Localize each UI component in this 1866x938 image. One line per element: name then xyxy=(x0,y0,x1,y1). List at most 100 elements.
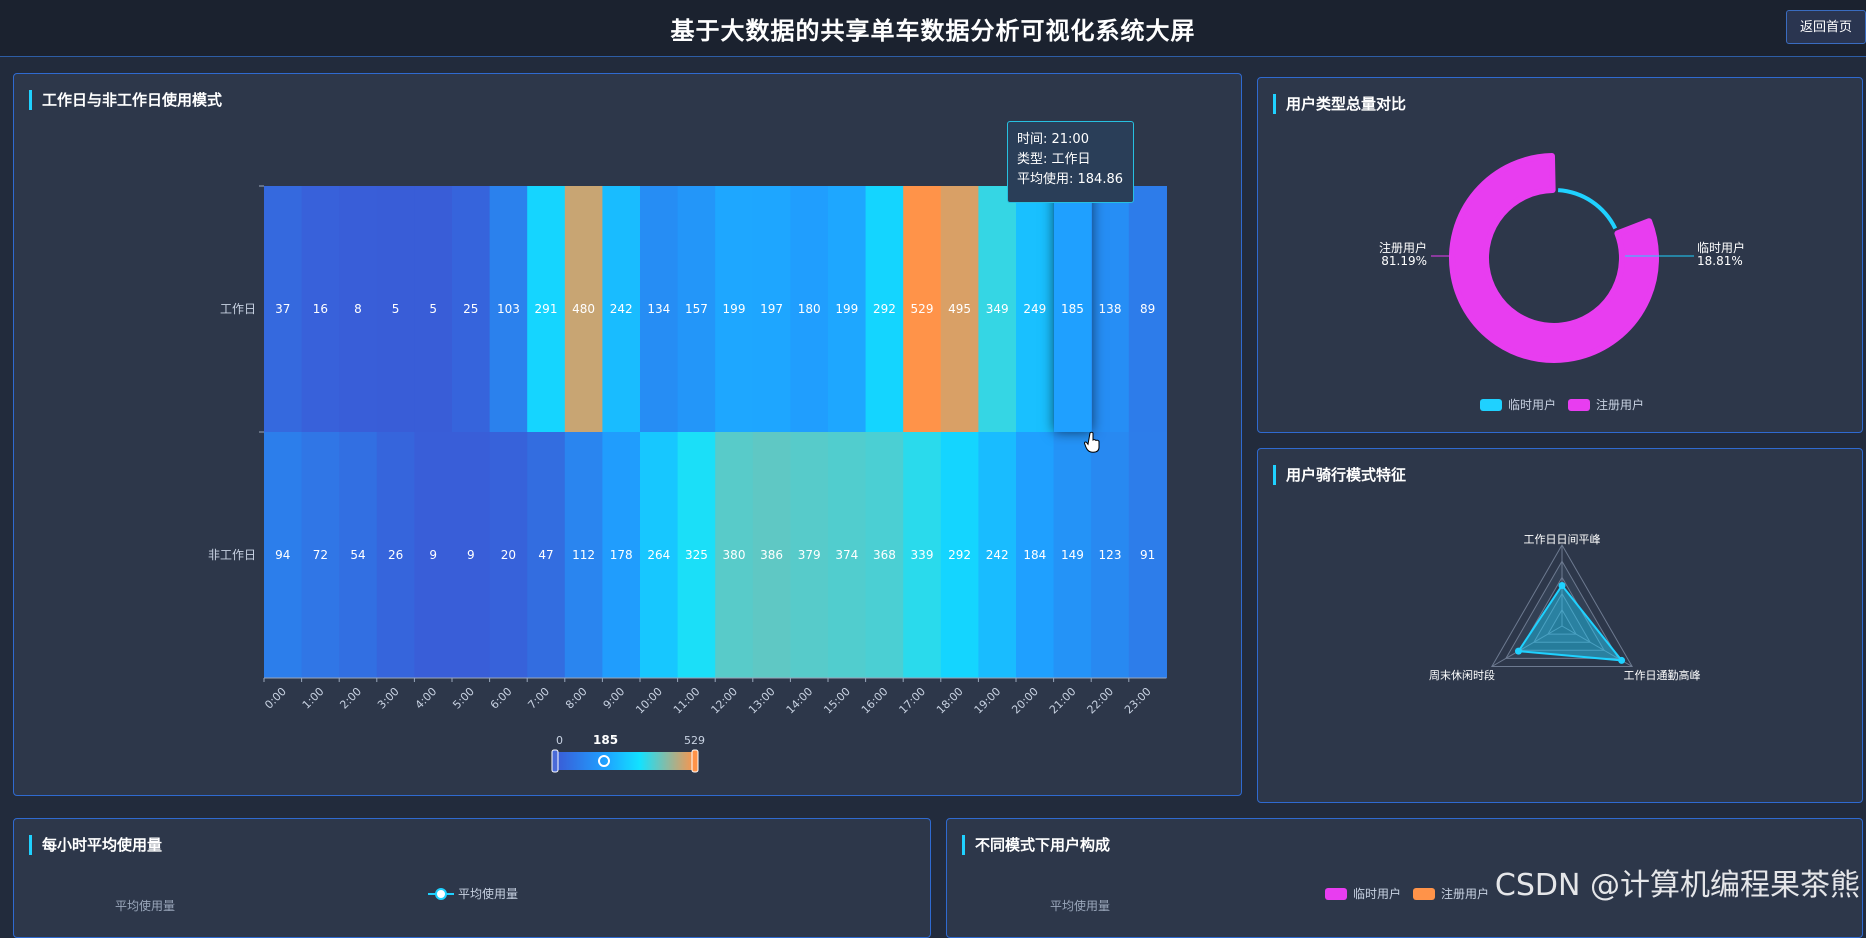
radar-point[interactable] xyxy=(1515,647,1523,655)
tooltip-time: 时间: 21:00 xyxy=(1017,132,1089,147)
heatmap-cell-label: 529 xyxy=(911,302,934,316)
heatmap-cell-label: 94 xyxy=(275,548,290,562)
heatmap-cell-label: 197 xyxy=(760,302,783,316)
heatmap-cell-label: 242 xyxy=(986,548,1009,562)
x-axis-label: 1:00 xyxy=(300,685,327,712)
legend-swatch xyxy=(1325,887,1347,900)
x-axis-label: 4:00 xyxy=(413,685,440,712)
x-axis-label: 9:00 xyxy=(601,685,628,712)
heatmap-cell-label: 199 xyxy=(835,302,858,316)
radar-label-right: 工作日通勤高峰 xyxy=(1624,668,1701,682)
donut-chart[interactable]: 注册用户 81.19% 临时用户 18.81% xyxy=(1258,78,1864,434)
legend-label: 注册用户 xyxy=(1596,398,1645,412)
y-axis-name: 平均使用量 xyxy=(1050,899,1111,913)
top-bar: 基于大数据的共享单车数据分析可视化系统大屏 返回首页 xyxy=(0,0,1866,57)
x-axis-label: 5:00 xyxy=(450,685,477,712)
legend-swatch xyxy=(1568,398,1590,411)
x-axis-label: 2:00 xyxy=(337,685,364,712)
heatmap-cell-label: 112 xyxy=(572,548,595,562)
x-axis-label: 0:00 xyxy=(262,685,289,712)
heatmap-cell-label: 9 xyxy=(429,548,437,562)
heatmap-cell-label: 54 xyxy=(350,548,365,562)
heatmap-cell-label: 138 xyxy=(1099,302,1122,316)
heatmap-cell-label: 91 xyxy=(1140,548,1155,562)
slice-casual[interactable] xyxy=(1557,188,1618,230)
label-registered-name: 注册用户 xyxy=(1379,240,1427,255)
x-axis-label: 12:00 xyxy=(709,685,741,717)
heatmap-cell-label: 72 xyxy=(313,548,328,562)
x-axis-label: 21:00 xyxy=(1047,685,1079,717)
legend-casual[interactable]: 临时用户 xyxy=(1325,885,1401,902)
heatmap-cell-label: 47 xyxy=(538,548,553,562)
heatmap-cell-label: 368 xyxy=(873,548,896,562)
visual-map-bar xyxy=(556,752,695,770)
x-axis-label: 7:00 xyxy=(525,685,552,712)
x-axis-label: 18:00 xyxy=(934,685,966,717)
heatmap-cell-label: 374 xyxy=(835,548,858,562)
visual-map[interactable]: 0 529 185 xyxy=(551,733,705,773)
legend-avg-usage[interactable]: 平均使用量 xyxy=(428,885,518,902)
tooltip-type: 类型: 工作日 xyxy=(1017,152,1091,167)
label-registered-pct: 81.19% xyxy=(1381,254,1427,268)
radar-label-top: 工作日日间平峰 xyxy=(1524,533,1601,546)
radar-chart[interactable]: 工作日日间平峰 工作日通勤高峰 周末休闲时段 xyxy=(1258,449,1864,804)
riding-pattern-panel: 用户骑行模式特征 工作日日间平峰 工作日通勤高峰 周末休闲时段 xyxy=(1257,448,1863,803)
user-type-panel: 用户类型总量对比 注册用户 81.19% 临时用户 18.81% 临时用户 注册… xyxy=(1257,77,1863,433)
heatmap-cell-label: 349 xyxy=(986,302,1009,316)
heatmap-cell-label: 184 xyxy=(1023,548,1046,562)
x-axis-label: 20:00 xyxy=(1009,685,1041,717)
donut-slices[interactable] xyxy=(1449,153,1659,363)
label-casual-name: 临时用户 xyxy=(1697,240,1745,255)
heatmap-cell-label: 20 xyxy=(501,548,516,562)
legend-registered[interactable]: 注册用户 xyxy=(1568,396,1644,413)
y-axis-label: 工作日 xyxy=(220,302,256,316)
tooltip-avg: 平均使用: 184.86 xyxy=(1017,172,1123,187)
heatmap-cell-label: 103 xyxy=(497,302,520,316)
legend-label: 平均使用量 xyxy=(458,887,519,901)
heatmap-cell-label: 26 xyxy=(388,548,403,562)
legend-label: 临时用户 xyxy=(1353,887,1402,901)
heatmap-cell-label: 292 xyxy=(948,548,971,562)
radar-point[interactable] xyxy=(1618,656,1626,664)
slice-registered[interactable] xyxy=(1449,153,1659,363)
x-axis-label: 10:00 xyxy=(633,685,665,717)
heatmap-cell-label: 178 xyxy=(610,548,633,562)
heatmap-cell-label: 242 xyxy=(610,302,633,316)
visual-map-max: 529 xyxy=(684,734,705,747)
legend-swatch xyxy=(1413,887,1435,900)
y-axis-name: 平均使用量 xyxy=(115,899,176,913)
home-button[interactable]: 返回首页 xyxy=(1786,10,1866,44)
visual-map-handle-min[interactable] xyxy=(551,749,559,773)
heatmap-cell-label: 379 xyxy=(798,548,821,562)
heatmap-cell-label: 495 xyxy=(948,302,971,316)
x-axis-label: 15:00 xyxy=(821,685,853,717)
x-axis-label: 14:00 xyxy=(784,685,816,717)
y-axis-label: 非工作日 xyxy=(208,548,256,562)
heatmap-cell-label: 291 xyxy=(535,302,558,316)
heatmap-cell-label: 325 xyxy=(685,548,708,562)
visual-map-current: 185 xyxy=(593,733,618,747)
heatmap-cell-label: 89 xyxy=(1140,302,1155,316)
heatmap-cell-label: 25 xyxy=(463,302,478,316)
legend-label: 临时用户 xyxy=(1508,398,1557,412)
label-casual-pct: 18.81% xyxy=(1697,254,1743,268)
x-axis-label: 23:00 xyxy=(1122,685,1154,717)
heatmap-cell-label: 180 xyxy=(798,302,821,316)
watermark: CSDN @计算机编程果茶熊 xyxy=(1494,868,1860,903)
radar-label-left: 周末休闲时段 xyxy=(1429,668,1495,682)
radar-point[interactable] xyxy=(1558,582,1566,589)
legend-casual[interactable]: 临时用户 xyxy=(1480,396,1556,413)
heatmap-tooltip: 时间: 21:00 类型: 工作日 平均使用: 184.86 xyxy=(1007,121,1134,203)
x-axis-label: 19:00 xyxy=(972,685,1004,717)
heatmap-cell-label: 264 xyxy=(647,548,670,562)
heatmap-cell-label: 149 xyxy=(1061,548,1084,562)
heatmap-cell-label: 292 xyxy=(873,302,896,316)
x-axis-label: 22:00 xyxy=(1085,685,1117,717)
page-title: 基于大数据的共享单车数据分析可视化系统大屏 xyxy=(670,17,1196,45)
visual-map-handle-max[interactable] xyxy=(691,749,699,773)
panel-title: 不同模式下用户构成 xyxy=(962,835,1110,855)
heatmap-cell-label: 134 xyxy=(647,302,670,316)
x-axis-label: 3:00 xyxy=(375,685,402,712)
legend-registered[interactable]: 注册用户 xyxy=(1413,885,1489,902)
legend-swatch xyxy=(1480,398,1502,411)
